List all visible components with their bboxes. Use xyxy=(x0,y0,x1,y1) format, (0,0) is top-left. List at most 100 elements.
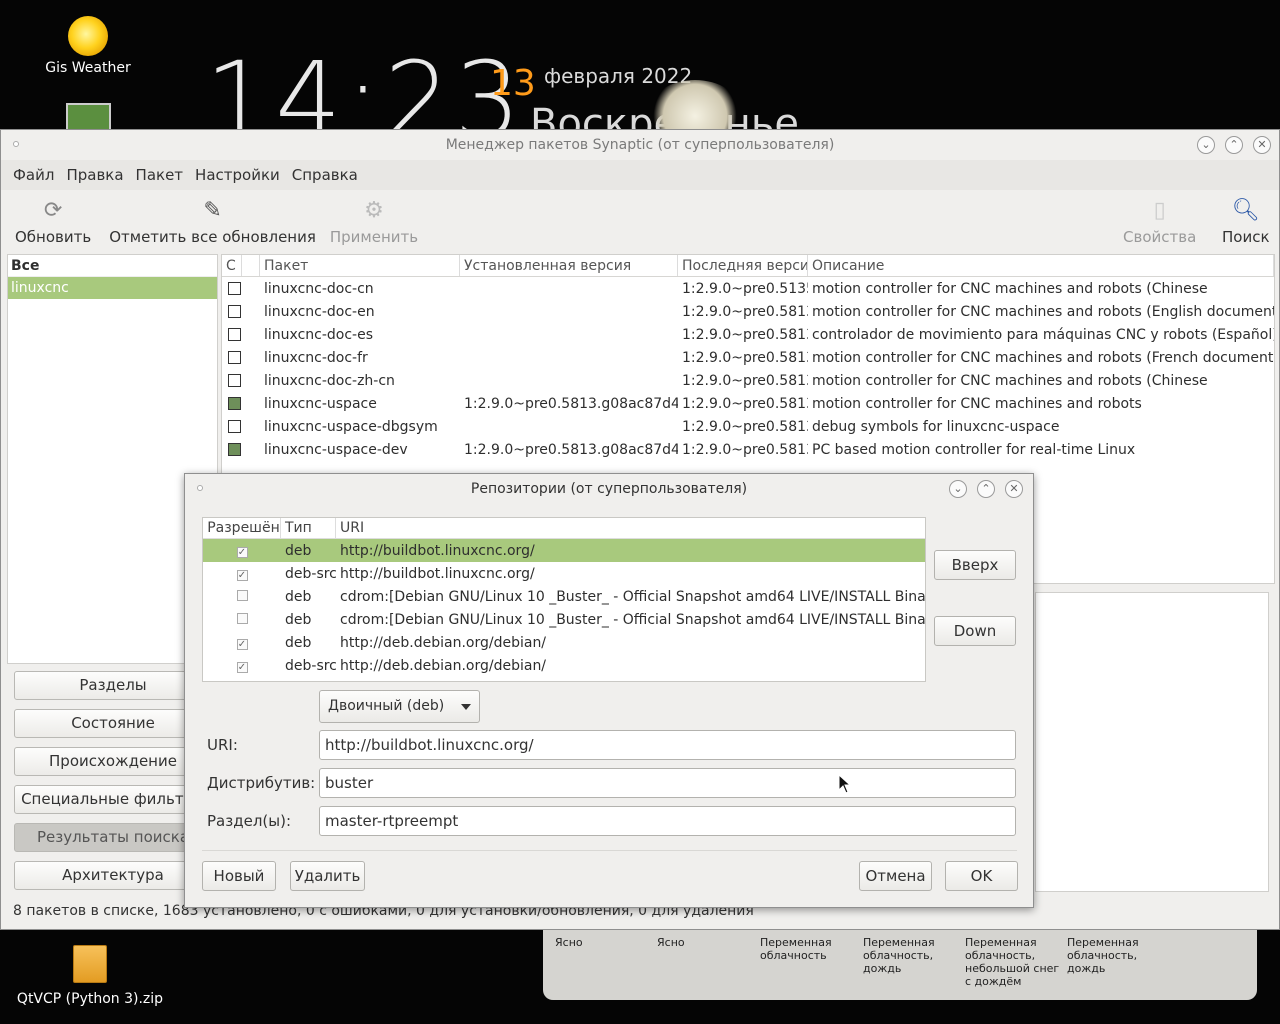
repository-row[interactable]: deb cdrom:[Debian GNU/Linux 10 _Buster_ -… xyxy=(203,608,925,631)
package-row[interactable]: linuxcnc-uspace-dev 1:2.9.0~pre0.5813.g08… xyxy=(222,438,1274,461)
search-results-button[interactable]: Результаты поиска xyxy=(14,823,212,852)
delete-repo-button[interactable]: Удалить xyxy=(290,861,365,891)
dialog-close-button[interactable]: ✕ xyxy=(1005,480,1023,498)
zip-desktop-icon[interactable]: QtVCP (Python 3).zip xyxy=(10,945,170,1007)
repository-row[interactable]: ✓ deb-src http://deb.debian.org/debian/ xyxy=(203,654,925,677)
package-status-cell[interactable] xyxy=(222,281,242,297)
menu-edit[interactable]: Правка xyxy=(60,166,129,184)
package-row[interactable]: linuxcnc-doc-en 1:2.9.0~pre0.5813. motion … xyxy=(222,300,1274,323)
col-latest-version[interactable]: Последняя версия xyxy=(678,255,808,276)
ok-button[interactable]: OK xyxy=(945,861,1018,891)
package-row[interactable]: linuxcnc-doc-fr 1:2.9.0~pre0.5813. motion … xyxy=(222,346,1274,369)
package-row[interactable]: linuxcnc-doc-es 1:2.9.0~pre0.5813. control… xyxy=(222,323,1274,346)
repo-enabled-cell[interactable]: ✓ xyxy=(203,635,281,651)
maximize-button[interactable]: ⌃ xyxy=(1225,136,1243,154)
clock-day: 13 xyxy=(490,63,536,104)
package-row[interactable]: linuxcnc-doc-zh-cn 1:2.9.0~pre0.5813. moti… xyxy=(222,369,1274,392)
col-package[interactable]: Пакет xyxy=(260,255,460,276)
cancel-button[interactable]: Отмена xyxy=(859,861,932,891)
repo-enabled-checkbox[interactable]: ✓ xyxy=(236,661,248,673)
repo-type: deb xyxy=(285,611,312,628)
sections-button[interactable]: Разделы xyxy=(14,671,212,700)
package-status-cell[interactable] xyxy=(222,442,242,458)
package-row[interactable]: linuxcnc-uspace 1:2.9.0~pre0.5813.g08ac87… xyxy=(222,392,1274,415)
menu-help[interactable]: Справка xyxy=(286,166,364,184)
dialog-minimize-button[interactable]: ⌄ xyxy=(949,480,967,498)
package-status-cell[interactable] xyxy=(222,373,242,389)
dialog-titlebar[interactable]: Репозитории (от суперпользователя) ⌄ ⌃ ✕ xyxy=(185,474,1033,504)
window-menu-icon[interactable] xyxy=(13,141,19,147)
mark-all-upgrades-button[interactable]: ✎ Отметить все обновления xyxy=(109,190,316,247)
col-enabled[interactable]: Разрешён xyxy=(203,518,281,538)
apply-button[interactable]: ⚙ Применить xyxy=(330,190,418,247)
custom-filters-button[interactable]: Специальные фильтры xyxy=(14,785,212,814)
sections-input[interactable]: master-rtpreempt xyxy=(319,806,1016,836)
repo-enabled-checkbox[interactable]: ✓ xyxy=(236,546,248,558)
col-type[interactable]: Тип xyxy=(281,518,336,538)
filter-item-linuxcnc[interactable]: linuxcnc xyxy=(8,277,217,299)
repo-enabled-checkbox[interactable] xyxy=(236,612,248,624)
package-status-cell[interactable] xyxy=(222,304,242,320)
repo-enabled-cell[interactable]: ✓ xyxy=(203,566,281,582)
repository-row[interactable]: ✓ deb-src http://buildbot.linuxcnc.org/ xyxy=(203,562,925,585)
properties-button[interactable]: ▯ Свойства xyxy=(1123,190,1196,247)
package-description: motion controller for CNC machines and r… xyxy=(812,372,1208,389)
new-repo-button[interactable]: Новый xyxy=(202,861,276,891)
weather-day-2: Ясно xyxy=(657,936,685,949)
uri-input[interactable]: http://buildbot.linuxcnc.org/ xyxy=(319,730,1016,760)
package-status-cell[interactable] xyxy=(222,327,242,343)
reload-button[interactable]: ⟳ Обновить xyxy=(15,190,91,247)
package-status-cell[interactable] xyxy=(222,419,242,435)
col-status[interactable]: С xyxy=(222,255,242,276)
package-status-cell[interactable] xyxy=(222,350,242,366)
package-checkbox[interactable] xyxy=(228,328,241,341)
repo-enabled-cell[interactable]: ✓ xyxy=(203,658,281,674)
type-combobox[interactable]: Двоичный (deb) xyxy=(319,690,480,723)
package-status-cell[interactable] xyxy=(222,396,242,412)
package-checkbox[interactable] xyxy=(228,397,241,410)
package-checkbox[interactable] xyxy=(228,420,241,433)
package-checkbox[interactable] xyxy=(228,351,241,364)
col-support[interactable] xyxy=(242,255,260,276)
architecture-button[interactable]: Архитектура xyxy=(14,861,212,890)
distribution-input[interactable]: buster xyxy=(319,768,1016,798)
repo-type: deb xyxy=(285,634,312,651)
dialog-menu-icon[interactable] xyxy=(197,485,203,491)
menu-settings[interactable]: Настройки xyxy=(189,166,286,184)
dialog-title: Репозитории (от суперпользователя) xyxy=(470,481,748,497)
package-checkbox[interactable] xyxy=(228,443,241,456)
repository-row[interactable]: deb cdrom:[Debian GNU/Linux 10 _Buster_ -… xyxy=(203,585,925,608)
filter-header[interactable]: Все xyxy=(8,255,217,277)
search-button[interactable]: 🔍︎ Поиск xyxy=(1222,190,1270,247)
repository-row[interactable]: ✓ deb http://buildbot.linuxcnc.org/ xyxy=(203,539,925,562)
package-row[interactable]: linuxcnc-uspace-dbgsym 1:2.9.0~pre0.5813.… xyxy=(222,415,1274,438)
move-up-button[interactable]: Вверх xyxy=(934,550,1016,580)
origin-button[interactable]: Происхождение xyxy=(14,747,212,776)
col-uri[interactable]: URI xyxy=(336,518,925,538)
package-row[interactable]: linuxcnc-doc-cn 1:2.9.0~pre0.5135. motion … xyxy=(222,277,1274,300)
status-button[interactable]: Состояние xyxy=(14,709,212,738)
repo-enabled-checkbox[interactable]: ✓ xyxy=(236,638,248,650)
col-description[interactable]: Описание xyxy=(808,255,1274,276)
package-checkbox[interactable] xyxy=(228,305,241,318)
synaptic-titlebar[interactable]: Менеджер пакетов Synaptic (от суперпольз… xyxy=(1,130,1279,160)
dialog-maximize-button[interactable]: ⌃ xyxy=(977,480,995,498)
repo-enabled-checkbox[interactable] xyxy=(236,589,248,601)
package-latest-version: 1:2.9.0~pre0.5813. xyxy=(682,349,808,366)
package-checkbox[interactable] xyxy=(228,374,241,387)
menu-package[interactable]: Пакет xyxy=(130,166,190,184)
minimize-button[interactable]: ⌄ xyxy=(1197,136,1215,154)
close-button[interactable]: ✕ xyxy=(1253,136,1271,154)
col-installed-version[interactable]: Установленная версия xyxy=(460,255,678,276)
package-description: PC based motion controller for real-time… xyxy=(812,441,1136,458)
gis-weather-desktop-icon[interactable]: Gis Weather xyxy=(40,16,136,76)
repository-row[interactable]: ✓ deb http://deb.debian.org/debian/ xyxy=(203,631,925,654)
package-latest-version: 1:2.9.0~pre0.5813. xyxy=(682,303,808,320)
repo-enabled-checkbox[interactable]: ✓ xyxy=(236,569,248,581)
repo-enabled-cell[interactable] xyxy=(203,612,281,628)
package-checkbox[interactable] xyxy=(228,282,241,295)
repo-enabled-cell[interactable]: ✓ xyxy=(203,543,281,559)
move-down-button[interactable]: Down xyxy=(934,616,1016,646)
repo-enabled-cell[interactable] xyxy=(203,589,281,605)
menu-file[interactable]: Файл xyxy=(7,166,60,184)
